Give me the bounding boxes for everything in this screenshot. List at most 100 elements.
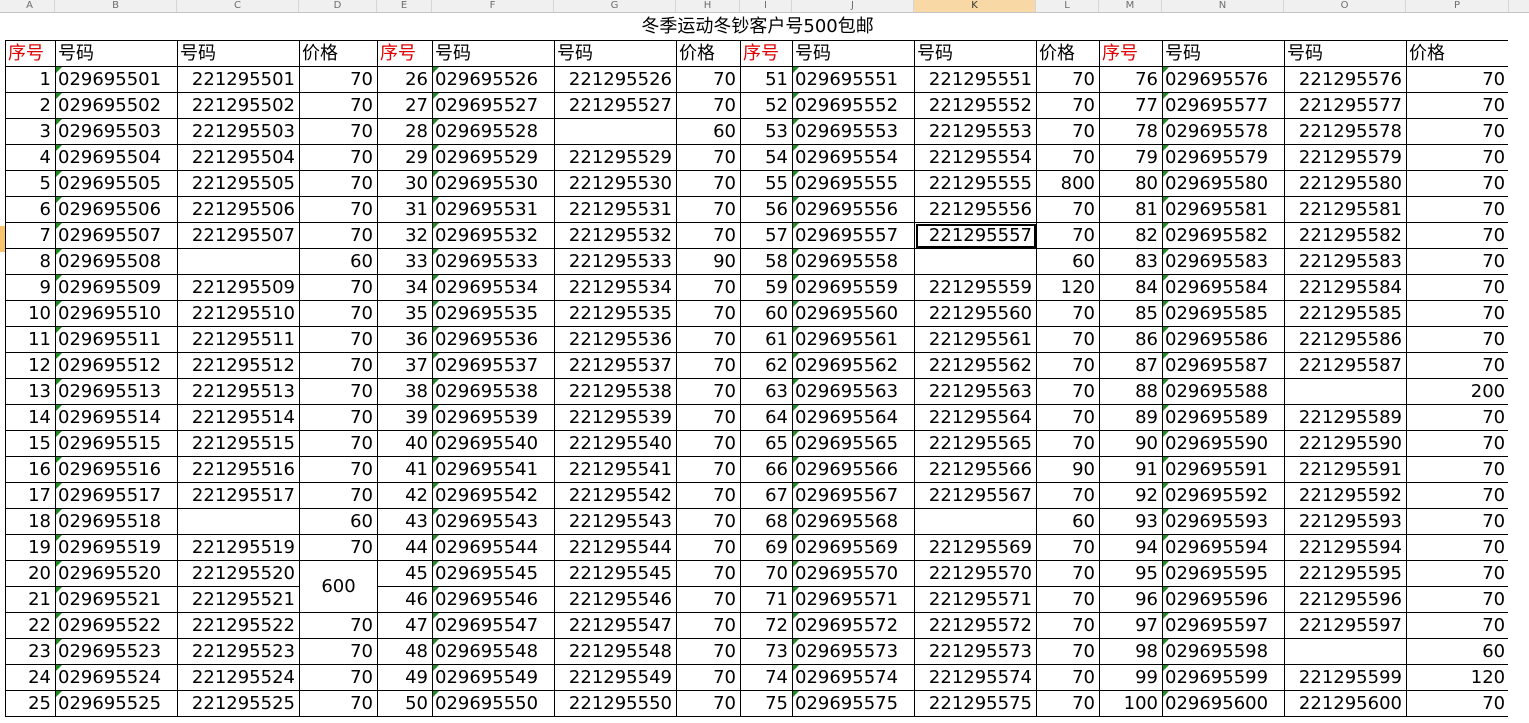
cell-number[interactable]: 029695549 [432, 664, 555, 691]
cell-number[interactable]: 029695572 [792, 612, 915, 639]
cell-price[interactable]: 70 [299, 638, 378, 665]
cell-seq[interactable]: 14 [5, 404, 56, 431]
cell-number2[interactable] [914, 248, 1037, 275]
cell-price[interactable]: 70 [1405, 248, 1511, 275]
cell-price[interactable]: 70 [1405, 586, 1511, 613]
column-header-l[interactable]: L [1036, 0, 1099, 12]
cell-number2[interactable]: 221295546 [554, 586, 677, 613]
header-number2[interactable]: 号码 [914, 40, 1037, 67]
cell-number[interactable]: 029695537 [432, 352, 555, 379]
column-header-h[interactable]: H [676, 0, 740, 12]
cell-seq[interactable]: 39 [377, 404, 433, 431]
cell-number2[interactable]: 221295538 [554, 378, 677, 405]
cell-seq[interactable]: 19 [5, 534, 56, 561]
cell-number[interactable]: 029695505 [55, 170, 178, 197]
cell-seq[interactable]: 4 [5, 144, 56, 171]
cell-seq[interactable]: 10 [5, 300, 56, 327]
cell-number2[interactable]: 221295554 [914, 144, 1037, 171]
cell-price[interactable]: 70 [676, 326, 741, 353]
cell-number2[interactable]: 221295521 [177, 586, 300, 613]
cell-price[interactable]: 70 [1036, 196, 1100, 223]
cell-price[interactable]: 70 [299, 92, 378, 119]
cell-price[interactable]: 70 [1036, 404, 1100, 431]
cell-number2[interactable]: 221295579 [1284, 144, 1407, 171]
cell-price[interactable]: 70 [1405, 170, 1511, 197]
cell-seq[interactable]: 23 [5, 638, 56, 665]
cell-number[interactable]: 029695581 [1162, 196, 1285, 223]
cell-number[interactable]: 029695534 [432, 274, 555, 301]
cell-number2[interactable]: 221295575 [914, 690, 1037, 717]
cell-number2[interactable]: 221295560 [914, 300, 1037, 327]
cell-number2[interactable]: 221295506 [177, 196, 300, 223]
cell-price[interactable]: 70 [299, 378, 378, 405]
cell-number2[interactable]: 221295543 [554, 508, 677, 535]
cell-price[interactable]: 70 [299, 534, 378, 561]
cell-price[interactable]: 70 [1405, 222, 1511, 249]
cell-seq[interactable]: 78 [1099, 118, 1163, 145]
cell-seq[interactable]: 55 [740, 170, 793, 197]
cell-number[interactable]: 029695545 [432, 560, 555, 587]
cell-seq[interactable]: 28 [377, 118, 433, 145]
cell-number2[interactable]: 221295599 [1284, 664, 1407, 691]
cell-number[interactable]: 029695557 [792, 222, 915, 249]
sheet-title[interactable]: 冬季运动冬钞客户号500包邮 [6, 13, 1510, 41]
cell-price[interactable]: 70 [299, 326, 378, 353]
cell-number2[interactable]: 221295580 [1284, 170, 1407, 197]
cell-price[interactable]: 70 [299, 170, 378, 197]
cell-number[interactable]: 029695519 [55, 534, 178, 561]
cell-seq[interactable]: 16 [5, 456, 56, 483]
cell-price[interactable]: 70 [299, 66, 378, 93]
header-number2[interactable]: 号码 [1284, 40, 1407, 67]
cell-number[interactable]: 029695530 [432, 170, 555, 197]
cell-seq[interactable]: 64 [740, 404, 793, 431]
cell-seq[interactable]: 58 [740, 248, 793, 275]
cell-seq[interactable]: 42 [377, 482, 433, 509]
column-header-c[interactable]: C [177, 0, 299, 12]
cell-number2[interactable]: 221295553 [914, 118, 1037, 145]
cell-number[interactable]: 029695592 [1162, 482, 1285, 509]
cell-price[interactable]: 70 [1036, 92, 1100, 119]
cell-price[interactable]: 70 [1405, 92, 1511, 119]
cell-number[interactable]: 029695502 [55, 92, 178, 119]
cell-seq[interactable]: 99 [1099, 664, 1163, 691]
cell-seq[interactable]: 37 [377, 352, 433, 379]
cell-number[interactable]: 029695504 [55, 144, 178, 171]
cell-number2[interactable]: 221295530 [554, 170, 677, 197]
cell-seq[interactable]: 49 [377, 664, 433, 691]
cell-number[interactable]: 029695556 [792, 196, 915, 223]
cell-price[interactable]: 60 [1036, 248, 1100, 275]
cell-number2[interactable]: 221295561 [914, 326, 1037, 353]
cell-number2[interactable]: 221295527 [554, 92, 677, 119]
cell-seq[interactable]: 77 [1099, 92, 1163, 119]
cell-seq[interactable]: 90 [1099, 430, 1163, 457]
cell-seq[interactable]: 61 [740, 326, 793, 353]
cell-number2[interactable]: 221295503 [177, 118, 300, 145]
cell-number[interactable]: 029695541 [432, 456, 555, 483]
cell-number2[interactable]: 221295535 [554, 300, 677, 327]
cell-number2[interactable]: 221295505 [177, 170, 300, 197]
cell-number[interactable]: 029695522 [55, 612, 178, 639]
cell-seq[interactable]: 98 [1099, 638, 1163, 665]
cell-number2[interactable]: 221295589 [1284, 404, 1407, 431]
column-header-m[interactable]: M [1099, 0, 1162, 12]
cell-number2[interactable]: 221295507 [177, 222, 300, 249]
cell-price[interactable]: 70 [299, 690, 378, 717]
cell-seq[interactable]: 53 [740, 118, 793, 145]
cell-number[interactable]: 029695550 [432, 690, 555, 717]
cell-number[interactable]: 029695516 [55, 456, 178, 483]
cell-seq[interactable]: 3 [5, 118, 56, 145]
cell-number2[interactable]: 221295564 [914, 404, 1037, 431]
cell-seq[interactable]: 51 [740, 66, 793, 93]
cell-number[interactable]: 029695600 [1162, 690, 1285, 717]
cell-number[interactable]: 029695569 [792, 534, 915, 561]
cell-price[interactable]: 70 [299, 144, 378, 171]
cell-seq[interactable]: 36 [377, 326, 433, 353]
cell-price[interactable]: 70 [1036, 144, 1100, 171]
cell-seq[interactable]: 92 [1099, 482, 1163, 509]
cell-price[interactable]: 70 [1405, 430, 1511, 457]
cell-number[interactable]: 029695544 [432, 534, 555, 561]
cell-price[interactable]: 70 [676, 664, 741, 691]
cell-number2[interactable]: 221295533 [554, 248, 677, 275]
cell-number2[interactable]: 221295587 [1284, 352, 1407, 379]
cell-seq[interactable]: 20 [5, 560, 56, 587]
